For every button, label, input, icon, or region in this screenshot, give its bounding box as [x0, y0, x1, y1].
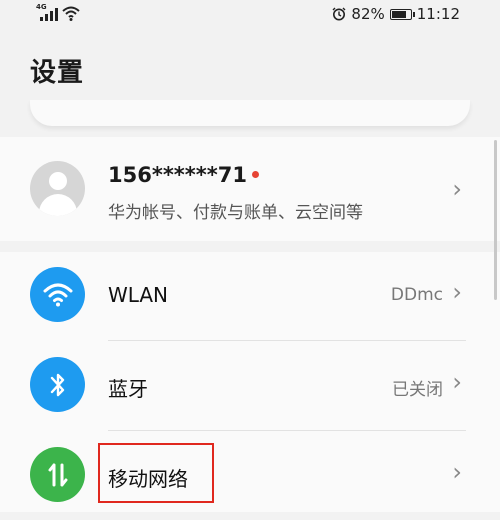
battery-icon: [389, 8, 415, 20]
settings-item-value: 已关闭: [392, 380, 443, 400]
account-subtitle: 华为帐号、付款与账单、云空间等: [108, 203, 363, 223]
cellular-signal-icon: 4G: [36, 3, 58, 21]
avatar: [30, 161, 85, 216]
clock: 11:12: [416, 5, 460, 23]
mobile-data-icon: [30, 447, 85, 502]
account-name: 156******71: [108, 163, 247, 187]
page-title: 设置: [30, 58, 85, 88]
settings-item-mobile-network[interactable]: 移动网络 ›: [0, 432, 500, 520]
chevron-right-icon: ›: [452, 368, 462, 396]
alarm-icon: [332, 7, 346, 21]
battery-percent: 82%: [351, 5, 385, 23]
wifi-status-icon: [62, 6, 80, 21]
chevron-right-icon: ›: [452, 175, 462, 203]
wifi-icon: [30, 267, 85, 322]
divider: [108, 430, 466, 431]
search-card[interactable]: [30, 100, 470, 126]
status-bar: 4G 82% 11:12: [0, 0, 500, 30]
settings-item-wlan[interactable]: WLAN DDmc ›: [0, 252, 500, 340]
settings-item-label: WLAN: [108, 283, 169, 307]
status-right: 82% 11:12: [332, 5, 460, 23]
notification-dot: [251, 171, 259, 178]
scrollbar[interactable]: [494, 140, 497, 300]
divider: [108, 340, 466, 341]
status-left: 4G: [36, 3, 80, 21]
chevron-right-icon: ›: [452, 458, 462, 486]
settings-item-value: DDmc: [390, 285, 443, 305]
chevron-right-icon: ›: [452, 278, 462, 306]
settings-item-label: 蓝牙: [108, 377, 148, 401]
annotation-highlight-box: [98, 443, 214, 503]
settings-item-bluetooth[interactable]: 蓝牙 已关闭 ›: [0, 342, 500, 430]
bluetooth-icon: [30, 357, 85, 412]
settings-list: WLAN DDmc › 蓝牙 已关闭 › 移动网络 ›: [0, 252, 500, 512]
account-card[interactable]: 156******71 华为帐号、付款与账单、云空间等 ›: [0, 137, 500, 241]
